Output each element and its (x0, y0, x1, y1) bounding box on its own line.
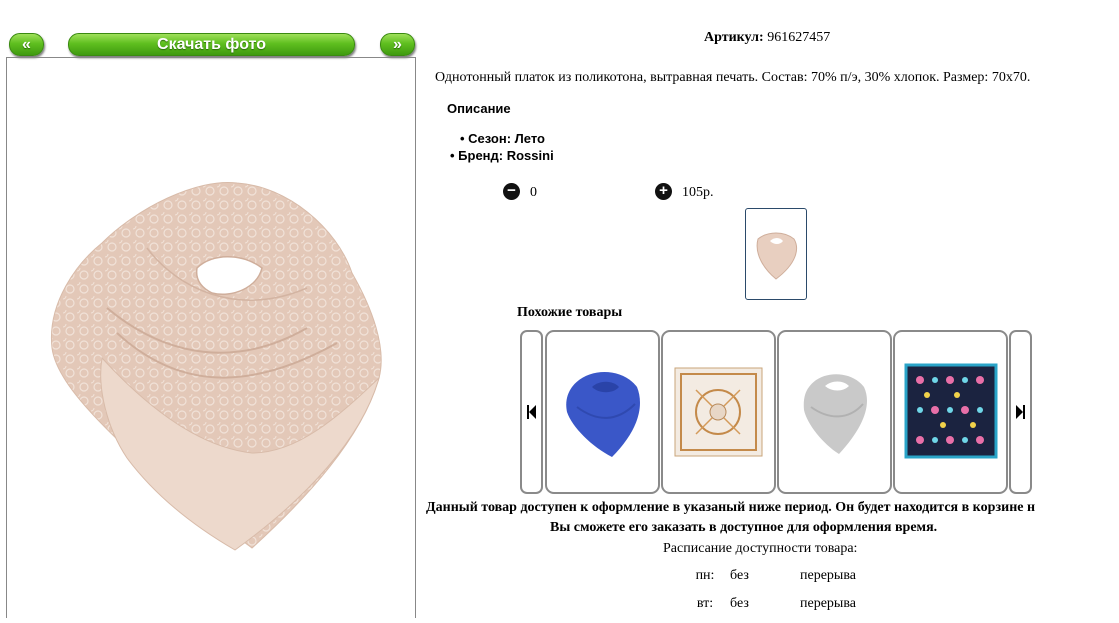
product-photo-frame (6, 57, 416, 618)
skip-back-icon (527, 405, 536, 419)
price-value: 105р. (682, 185, 714, 200)
prev-photo-button[interactable]: « (9, 33, 44, 56)
carousel-prev-button[interactable] (520, 330, 543, 494)
similar-product-image (904, 363, 998, 459)
similar-product-card[interactable] (661, 330, 776, 494)
schedule-from: без (730, 568, 749, 583)
schedule-to: перерыва (800, 568, 856, 583)
sku-value: 961627457 (767, 30, 831, 45)
schedule-table: пн: без перерыва вт: без перерыва (680, 562, 856, 618)
decrease-quantity-button[interactable]: − (503, 183, 520, 200)
quantity-value: 0 (530, 185, 537, 200)
property-item: • Сезон: Лето (460, 131, 545, 146)
similar-product-image (674, 367, 763, 457)
schedule-from: без (730, 596, 749, 611)
product-photo (50, 181, 382, 551)
similar-product-card[interactable] (893, 330, 1008, 494)
availability-notice-line2: Вы сможете его заказать в доступное для … (550, 520, 938, 535)
schedule-to: перерыва (800, 596, 856, 611)
description-heading: Описание (447, 101, 511, 116)
schedule-day: пн: (695, 568, 715, 583)
schedule-title: Расписание доступности товара: (663, 541, 858, 556)
sku-label: Артикул: (704, 30, 764, 45)
product-thumbnail[interactable] (745, 208, 807, 300)
availability-notice-line1: Данный товар доступен к оформление в ука… (426, 500, 1036, 515)
download-photo-button[interactable]: Скачать фото (68, 33, 355, 56)
sku-line: Артикул: 961627457 (704, 30, 830, 46)
schedule-row: вт: без перерыва (680, 590, 856, 618)
skip-forward-icon (1016, 405, 1025, 419)
similar-product-image (803, 374, 867, 454)
next-photo-button[interactable]: » (380, 33, 415, 56)
similar-product-card[interactable] (777, 330, 892, 494)
similar-products-heading: Похожие товары (517, 305, 623, 320)
schedule-day: вт: (696, 596, 714, 611)
product-summary: Однотонный платок из поликотона, вытравн… (435, 70, 1031, 85)
similar-product-card[interactable] (545, 330, 660, 494)
carousel-next-button[interactable] (1009, 330, 1032, 494)
property-item: • Бренд: Rossini (450, 148, 554, 163)
schedule-row: пн: без перерыва (680, 562, 856, 590)
similar-product-image (566, 372, 640, 457)
increase-quantity-button[interactable]: + (655, 183, 672, 200)
